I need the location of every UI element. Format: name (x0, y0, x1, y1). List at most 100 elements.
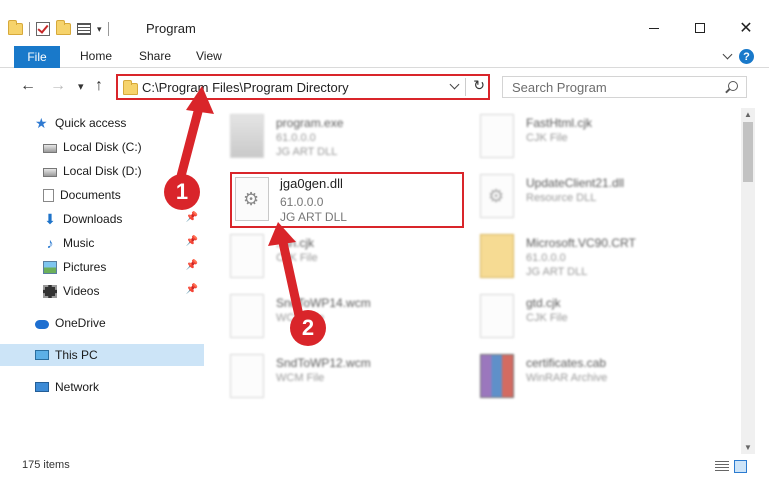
window-title: Program (146, 21, 196, 36)
address-bar[interactable]: C:\Program Files\Program Directory ↻ (116, 74, 490, 100)
toolbar-divider (29, 22, 30, 36)
status-bar: 175 items (0, 456, 769, 478)
sidebar-item-local-disk-c[interactable]: Local Disk (C:) (0, 136, 204, 158)
list-item[interactable]: certificates.cab WinRAR Archive (460, 352, 700, 404)
file-name: certificates.cab (526, 356, 607, 370)
quick-access-toolbar: ▾ (8, 20, 109, 38)
star-icon: ★ (35, 114, 48, 131)
navigation-pane: ★ Quick access Local Disk (C:) Local Dis… (0, 108, 206, 454)
sidebar-item-label: Videos (63, 284, 100, 298)
pin-icon[interactable]: 📌 (186, 212, 198, 223)
maximize-button[interactable] (677, 12, 723, 44)
back-button[interactable]: ← (20, 77, 36, 95)
sidebar-item-this-pc[interactable]: This PC (0, 344, 204, 366)
sidebar-item-label: Local Disk (D:) (63, 164, 142, 178)
list-item[interactable]: FastHtml.cjk CJK File (460, 112, 700, 164)
highlighted-file[interactable]: jga0gen.dll 61.0.0.0 JG ART DLL (230, 172, 464, 228)
file-name: gtd.cjk (526, 296, 561, 310)
file-name: UpdateClient21.dll (526, 176, 625, 190)
pictures-icon (43, 260, 57, 274)
file-name: FastHtml.cjk (526, 116, 592, 130)
disk-icon (43, 167, 57, 177)
downloads-icon: ⬇ (44, 210, 56, 227)
search-input[interactable]: Search Program (502, 76, 747, 98)
sidebar-item-downloads[interactable]: ⬇ Downloads 📌 (0, 208, 204, 230)
item-count: 175 items (22, 459, 70, 471)
tab-share[interactable]: Share (139, 49, 171, 63)
sidebar-item-label: OneDrive (55, 316, 106, 330)
file-meta: WinRAR Archive (526, 372, 608, 384)
customize-toolbar-icon[interactable]: ▾ (97, 24, 102, 35)
list-item[interactable]: SndToWP12.wcm WCM File (210, 352, 450, 404)
file-name: ..an.cjk (276, 236, 315, 250)
sidebar-item-pictures[interactable]: Pictures 📌 (0, 256, 204, 278)
sidebar-item-videos[interactable]: Videos 📌 (0, 280, 204, 302)
sidebar-item-label: Documents (60, 188, 121, 202)
list-item[interactable]: ..an.cjk CJK File (210, 232, 450, 284)
close-icon: ✕ (739, 20, 753, 37)
details-view-icon[interactable] (715, 461, 729, 472)
address-path[interactable]: C:\Program Files\Program Directory (142, 80, 349, 95)
file-meta: CJK File (276, 252, 318, 264)
pin-icon[interactable]: 📌 (186, 260, 198, 271)
refresh-button[interactable]: ↻ (473, 77, 485, 94)
tab-home[interactable]: Home (80, 49, 112, 63)
list-item[interactable]: SndToWP14.wcm WCM File (210, 292, 450, 344)
callout-badge-1: 1 (164, 174, 200, 210)
file-meta: Resource DLL (526, 192, 597, 204)
forward-button[interactable]: → (50, 77, 66, 95)
folder-icon[interactable] (8, 20, 23, 35)
scroll-thumb[interactable] (743, 122, 753, 182)
document-file-icon (480, 114, 514, 158)
file-meta: JG ART DLL (526, 266, 588, 278)
sidebar-item-onedrive[interactable]: OneDrive (0, 312, 204, 334)
sidebar-item-label: This PC (55, 348, 98, 362)
file-version: 61.0.0.0 (280, 195, 324, 209)
sidebar-item-music[interactable]: ♪ Music 📌 (0, 232, 204, 254)
navigation-bar: ← → ▾ ↑ C:\Program Files\Program Directo… (0, 72, 769, 102)
new-folder-icon[interactable] (56, 20, 71, 35)
vertical-scrollbar[interactable]: ▲ ▼ (741, 108, 755, 454)
search-icon[interactable] (728, 81, 738, 91)
file-meta: JG ART DLL (276, 146, 338, 158)
videos-icon (43, 284, 57, 298)
sidebar-item-label: Local Disk (C:) (63, 140, 142, 154)
recent-locations-button[interactable]: ▾ (78, 80, 84, 93)
properties-check-icon[interactable] (36, 22, 50, 36)
list-item[interactable]: Microsoft.VC90.CRT 61.0.0.0 JG ART DLL (460, 232, 700, 284)
dll-file-icon (480, 174, 514, 218)
file-meta: CJK File (526, 312, 568, 324)
file-meta: WCM File (276, 372, 325, 384)
help-icon[interactable]: ? (739, 49, 754, 64)
sidebar-item-quick-access[interactable]: ★ Quick access (0, 112, 204, 134)
tab-file[interactable]: File (14, 46, 60, 68)
close-button[interactable]: ✕ (723, 12, 769, 44)
up-button[interactable]: ↑ (95, 77, 103, 95)
maximize-icon (695, 23, 705, 33)
window-controls: ✕ (631, 12, 769, 44)
view-properties-icon[interactable] (77, 23, 91, 35)
scroll-up-icon[interactable]: ▲ (744, 110, 752, 119)
file-description: JG ART DLL (280, 210, 347, 224)
address-divider (465, 78, 466, 96)
ribbon: File Home Share View ? (0, 46, 769, 68)
large-icons-view-icon[interactable] (734, 460, 747, 473)
documents-icon (43, 188, 54, 202)
tab-view[interactable]: View (196, 49, 222, 63)
list-item[interactable]: program.exe 61.0.0.0 JG ART DLL (210, 112, 450, 164)
search-placeholder: Search Program (512, 80, 607, 95)
scroll-down-icon[interactable]: ▼ (744, 443, 752, 452)
list-item[interactable]: gtd.cjk CJK File (460, 292, 700, 344)
address-dropdown-icon[interactable] (449, 79, 460, 90)
sidebar-item-label: Pictures (63, 260, 107, 274)
expand-ribbon-icon[interactable] (722, 49, 733, 60)
sidebar-item-label: Downloads (63, 212, 123, 226)
document-file-icon (230, 354, 264, 398)
pin-icon[interactable]: 📌 (186, 284, 198, 295)
minimize-button[interactable] (631, 12, 677, 44)
sidebar-item-label: Network (55, 380, 100, 394)
folder-icon (480, 234, 514, 278)
sidebar-item-network[interactable]: Network (0, 376, 204, 398)
list-item[interactable]: UpdateClient21.dll Resource DLL (460, 172, 700, 224)
pin-icon[interactable]: 📌 (186, 236, 198, 247)
